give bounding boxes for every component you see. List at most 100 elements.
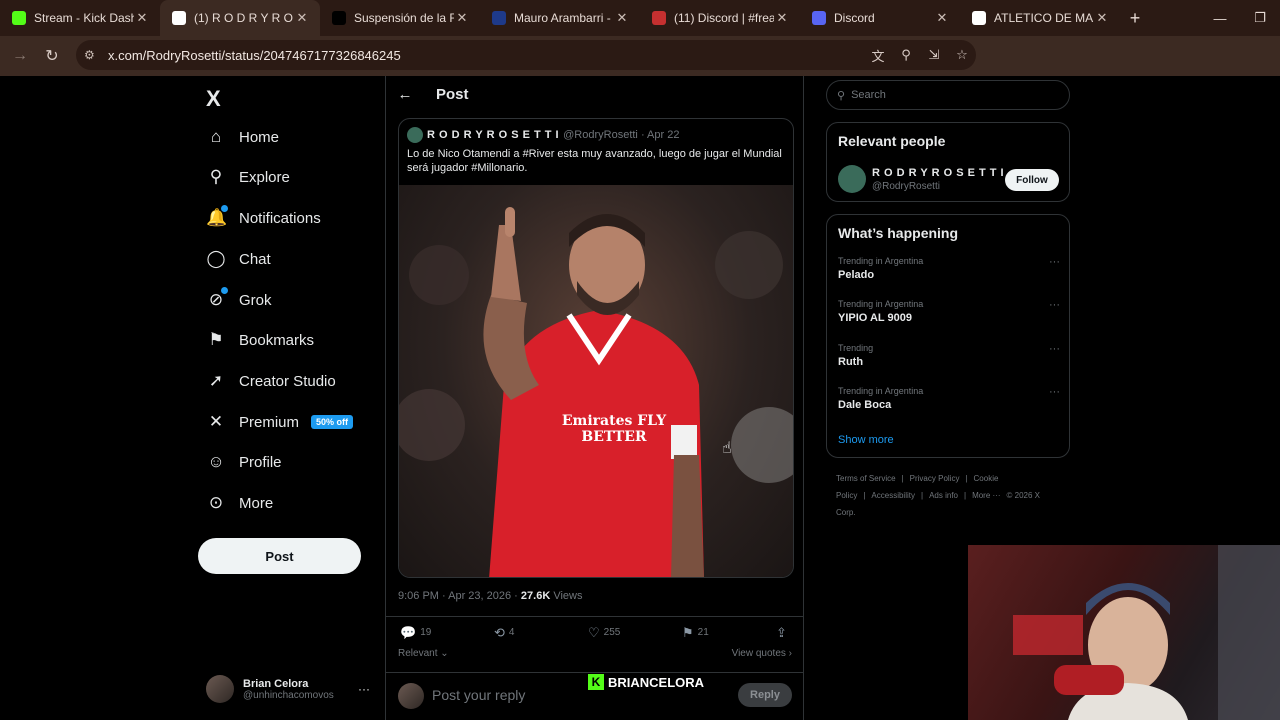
show-more-link[interactable]: Show more bbox=[838, 434, 894, 446]
browser-tab[interactable]: Stream - Kick Dashbo✕ bbox=[0, 0, 160, 36]
quoted-display-name: R O D R Y R O S E T T I bbox=[427, 129, 560, 141]
footer-link[interactable]: Ads info bbox=[929, 491, 958, 500]
bookmark-icon: ⚑ bbox=[208, 330, 224, 349]
close-tab-icon[interactable]: ✕ bbox=[294, 10, 310, 26]
browser-tab[interactable]: Mauro Arambarri - D ✕ bbox=[480, 0, 640, 36]
bookmark-action[interactable]: ⚑ 21 bbox=[682, 625, 709, 641]
nav-item-more[interactable]: ⊙ More bbox=[206, 488, 273, 518]
unread-dot bbox=[221, 205, 228, 212]
trend-item[interactable]: Trending in Argentina Pelado ··· bbox=[838, 256, 1060, 281]
post-image[interactable]: Emirates FLY BETTER bbox=[399, 185, 793, 577]
account-switcher[interactable]: Brian Celora @unhinchacomovos ··· bbox=[206, 674, 376, 704]
browser-tab[interactable]: Discord ✕ bbox=[800, 0, 960, 36]
more-dots-icon[interactable]: ··· bbox=[1049, 256, 1060, 268]
new-tab-button[interactable]: + bbox=[1120, 8, 1150, 29]
nav-item-premium[interactable]: ✕ Premium 50% off bbox=[206, 407, 354, 437]
trend-context: Trending in Argentina bbox=[838, 299, 924, 309]
quoted-post[interactable]: R O D R Y R O S E T T I @RodryRosetti · … bbox=[398, 118, 794, 578]
more-dots-icon[interactable]: ··· bbox=[1049, 299, 1060, 311]
reply-count: 19 bbox=[420, 627, 432, 638]
sort-dropdown[interactable]: Relevant ⌄ bbox=[398, 648, 449, 659]
address-bar[interactable]: ⚙ x.com/RodryRosetti/status/204746717732… bbox=[76, 40, 976, 70]
more-dots-icon[interactable]: ··· bbox=[1049, 343, 1060, 355]
reload-button[interactable]: ↻ bbox=[36, 46, 68, 66]
close-tab-icon[interactable]: ✕ bbox=[1094, 10, 1110, 26]
browser-tab[interactable]: (11) Discord | #freac ✕ bbox=[640, 0, 800, 36]
nav-item-profile[interactable]: ☺ Profile bbox=[206, 447, 281, 477]
reply-input[interactable]: Post your reply bbox=[432, 687, 525, 703]
avatar[interactable] bbox=[838, 165, 866, 193]
view-quotes-link[interactable]: View quotes › bbox=[732, 648, 792, 659]
account-handle: @unhinchacomovos bbox=[243, 689, 334, 701]
footer-link[interactable]: Terms of Service bbox=[836, 474, 896, 483]
search-input[interactable]: ⚲ Search bbox=[826, 80, 1070, 110]
nav-item-explore[interactable]: ⚲ Explore bbox=[206, 162, 290, 192]
close-tab-icon[interactable]: ✕ bbox=[134, 10, 150, 26]
footer-separator: | bbox=[963, 491, 967, 500]
tab-strip: Stream - Kick Dashbo✕(1) R O D R Y R O✕S… bbox=[0, 0, 1120, 36]
repost-count: 4 bbox=[508, 627, 515, 638]
discord-server-icon bbox=[652, 11, 666, 25]
back-arrow-icon[interactable]: ← bbox=[386, 86, 424, 103]
nav-item-notifications[interactable]: 🔔 Notifications bbox=[206, 203, 321, 233]
omnibox-actions: 文 ⚲ ⇲ ☆ bbox=[864, 40, 976, 70]
browser-tab[interactable]: (1) R O D R Y R O ✕ bbox=[160, 0, 320, 36]
tab-title: (1) R O D R Y R O bbox=[194, 11, 293, 25]
reply-action[interactable]: 💬 19 bbox=[400, 625, 431, 641]
nav-item-grok[interactable]: ⊘ Grok bbox=[206, 285, 272, 315]
site-info-icon[interactable]: ⚙ bbox=[84, 48, 106, 62]
quoted-handle: @RodryRosetti bbox=[563, 129, 638, 141]
trend-item[interactable]: Trending Ruth ··· bbox=[838, 343, 1060, 368]
relevant-people-title: Relevant people bbox=[838, 133, 946, 149]
repost-action[interactable]: ⟲ 4 bbox=[494, 625, 514, 641]
trend-item[interactable]: Trending in Argentina YIPIO AL 9009 ··· bbox=[838, 299, 1060, 324]
post-button[interactable]: Post bbox=[198, 538, 361, 574]
tab-title: Discord bbox=[834, 11, 875, 25]
repost-icon: ⟲ bbox=[494, 624, 505, 640]
restore-icon[interactable]: ❐ bbox=[1240, 10, 1280, 26]
footer-link[interactable]: Accessibility bbox=[871, 491, 915, 500]
footer-link[interactable]: Privacy Policy bbox=[910, 474, 960, 483]
star-icon[interactable]: ☆ bbox=[948, 47, 976, 63]
relevant-person-handle: @RodryRosetti bbox=[872, 181, 940, 192]
relevant-person-name[interactable]: R O D R Y R O S E T T I bbox=[872, 167, 1004, 179]
search-icon: ⚲ bbox=[837, 89, 846, 102]
browser-tab[interactable]: ATLETICO DE MADRI✕ bbox=[960, 0, 1120, 36]
close-tab-icon[interactable]: ✕ bbox=[614, 10, 630, 26]
trend-name: YIPIO AL 9009 bbox=[838, 312, 912, 324]
views-label: Views bbox=[550, 590, 583, 602]
nav-item-label: Creator Studio bbox=[239, 372, 336, 390]
bookmark-icon: ⚑ bbox=[682, 624, 694, 640]
tab-title: Suspensión de la Fin bbox=[354, 11, 454, 25]
minimize-icon[interactable]: — bbox=[1200, 11, 1240, 26]
reply-button[interactable]: Reply bbox=[738, 683, 792, 707]
browser-tab-bar: Stream - Kick Dashbo✕(1) R O D R Y R O✕S… bbox=[0, 0, 1280, 36]
share-action[interactable]: ⇪ bbox=[776, 625, 791, 641]
post-timestamp[interactable]: 9:06 PM · Apr 23, 2026 · bbox=[398, 590, 521, 602]
close-tab-icon[interactable]: ✕ bbox=[934, 10, 950, 26]
trend-item[interactable]: Trending in Argentina Dale Boca ··· bbox=[838, 386, 1060, 411]
google-icon bbox=[972, 11, 986, 25]
translate-icon[interactable]: 文 bbox=[864, 46, 892, 65]
espn-icon bbox=[492, 11, 506, 25]
x-logo[interactable]: X bbox=[206, 86, 221, 112]
streamer-name: BRIANCELORA bbox=[608, 674, 705, 690]
follow-button[interactable]: Follow bbox=[1005, 169, 1059, 191]
rocket-icon: ➚ bbox=[208, 371, 224, 390]
like-action[interactable]: ♡ 255 bbox=[588, 625, 620, 641]
nav-item-home[interactable]: ⌂ Home bbox=[206, 122, 279, 152]
more-dots-icon[interactable]: ··· bbox=[1049, 386, 1060, 398]
browser-tab[interactable]: Suspensión de la Fin✕ bbox=[320, 0, 480, 36]
install-icon[interactable]: ⇲ bbox=[920, 47, 948, 63]
close-tab-icon[interactable]: ✕ bbox=[454, 10, 470, 26]
bell-icon: 🔔 bbox=[206, 205, 228, 228]
nav-item-bookmarks[interactable]: ⚑ Bookmarks bbox=[206, 325, 314, 355]
close-tab-icon[interactable]: ✕ bbox=[774, 10, 790, 26]
nav-item-creator-studio[interactable]: ➚ Creator Studio bbox=[206, 366, 336, 396]
footer-link[interactable]: More ··· bbox=[972, 491, 1000, 500]
forward-button[interactable]: → bbox=[4, 47, 36, 65]
zoom-icon[interactable]: ⚲ bbox=[892, 47, 920, 63]
nav-item-chat[interactable]: ◯ Chat bbox=[206, 244, 270, 274]
more-dots-icon[interactable]: ··· bbox=[358, 682, 370, 696]
person-icon: ☺ bbox=[207, 452, 225, 471]
